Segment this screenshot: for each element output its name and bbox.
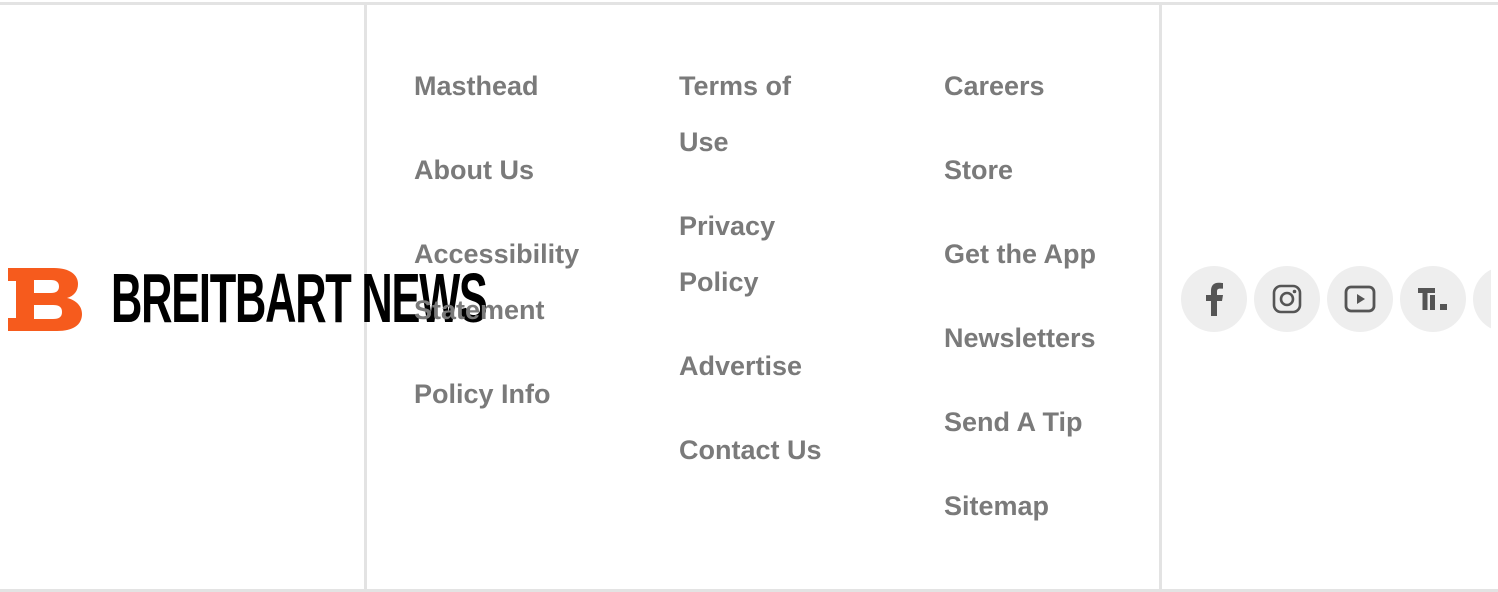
newsletters-link[interactable]: Newsletters: [944, 310, 1174, 366]
divider-top: [0, 2, 1498, 5]
facebook-button[interactable]: [1181, 266, 1247, 332]
contact-us-link[interactable]: Contact Us: [679, 422, 879, 478]
footer-column-1: Masthead About Us Accessibility Statemen…: [414, 58, 644, 450]
footer-column-3: Careers Store Get the App Newsletters Se…: [944, 58, 1174, 562]
terms-of-use-link[interactable]: Terms of Use: [679, 58, 819, 170]
about-us-link[interactable]: About Us: [414, 142, 644, 198]
careers-link[interactable]: Careers: [944, 58, 1174, 114]
breitbart-b-icon: [8, 268, 82, 331]
privacy-policy-link[interactable]: Privacy Policy: [679, 198, 819, 310]
footer: BREITBART NEWS Masthead About Us Accessi…: [0, 0, 1498, 592]
truth-social-button[interactable]: [1400, 266, 1466, 332]
advertise-link[interactable]: Advertise: [679, 338, 879, 394]
sitemap-link[interactable]: Sitemap: [944, 478, 1174, 534]
footer-column-2: Terms of Use Privacy Policy Advertise Co…: [679, 58, 879, 506]
accessibility-statement-link[interactable]: Accessibility Statement: [414, 226, 594, 338]
partial-icon-button[interactable]: [1473, 266, 1491, 332]
send-a-tip-link[interactable]: Send A Tip: [944, 394, 1174, 450]
youtube-button[interactable]: [1327, 266, 1393, 332]
policy-info-link[interactable]: Policy Info: [414, 366, 644, 422]
get-the-app-link[interactable]: Get the App: [944, 226, 1174, 282]
truth-social-icon: [1418, 288, 1447, 310]
youtube-icon: [1344, 285, 1376, 313]
social-links: [1181, 266, 1491, 332]
facebook-icon: [1206, 282, 1223, 316]
instagram-button[interactable]: [1254, 266, 1320, 332]
instagram-icon: [1272, 284, 1302, 314]
masthead-link[interactable]: Masthead: [414, 58, 644, 114]
store-link[interactable]: Store: [944, 142, 1174, 198]
